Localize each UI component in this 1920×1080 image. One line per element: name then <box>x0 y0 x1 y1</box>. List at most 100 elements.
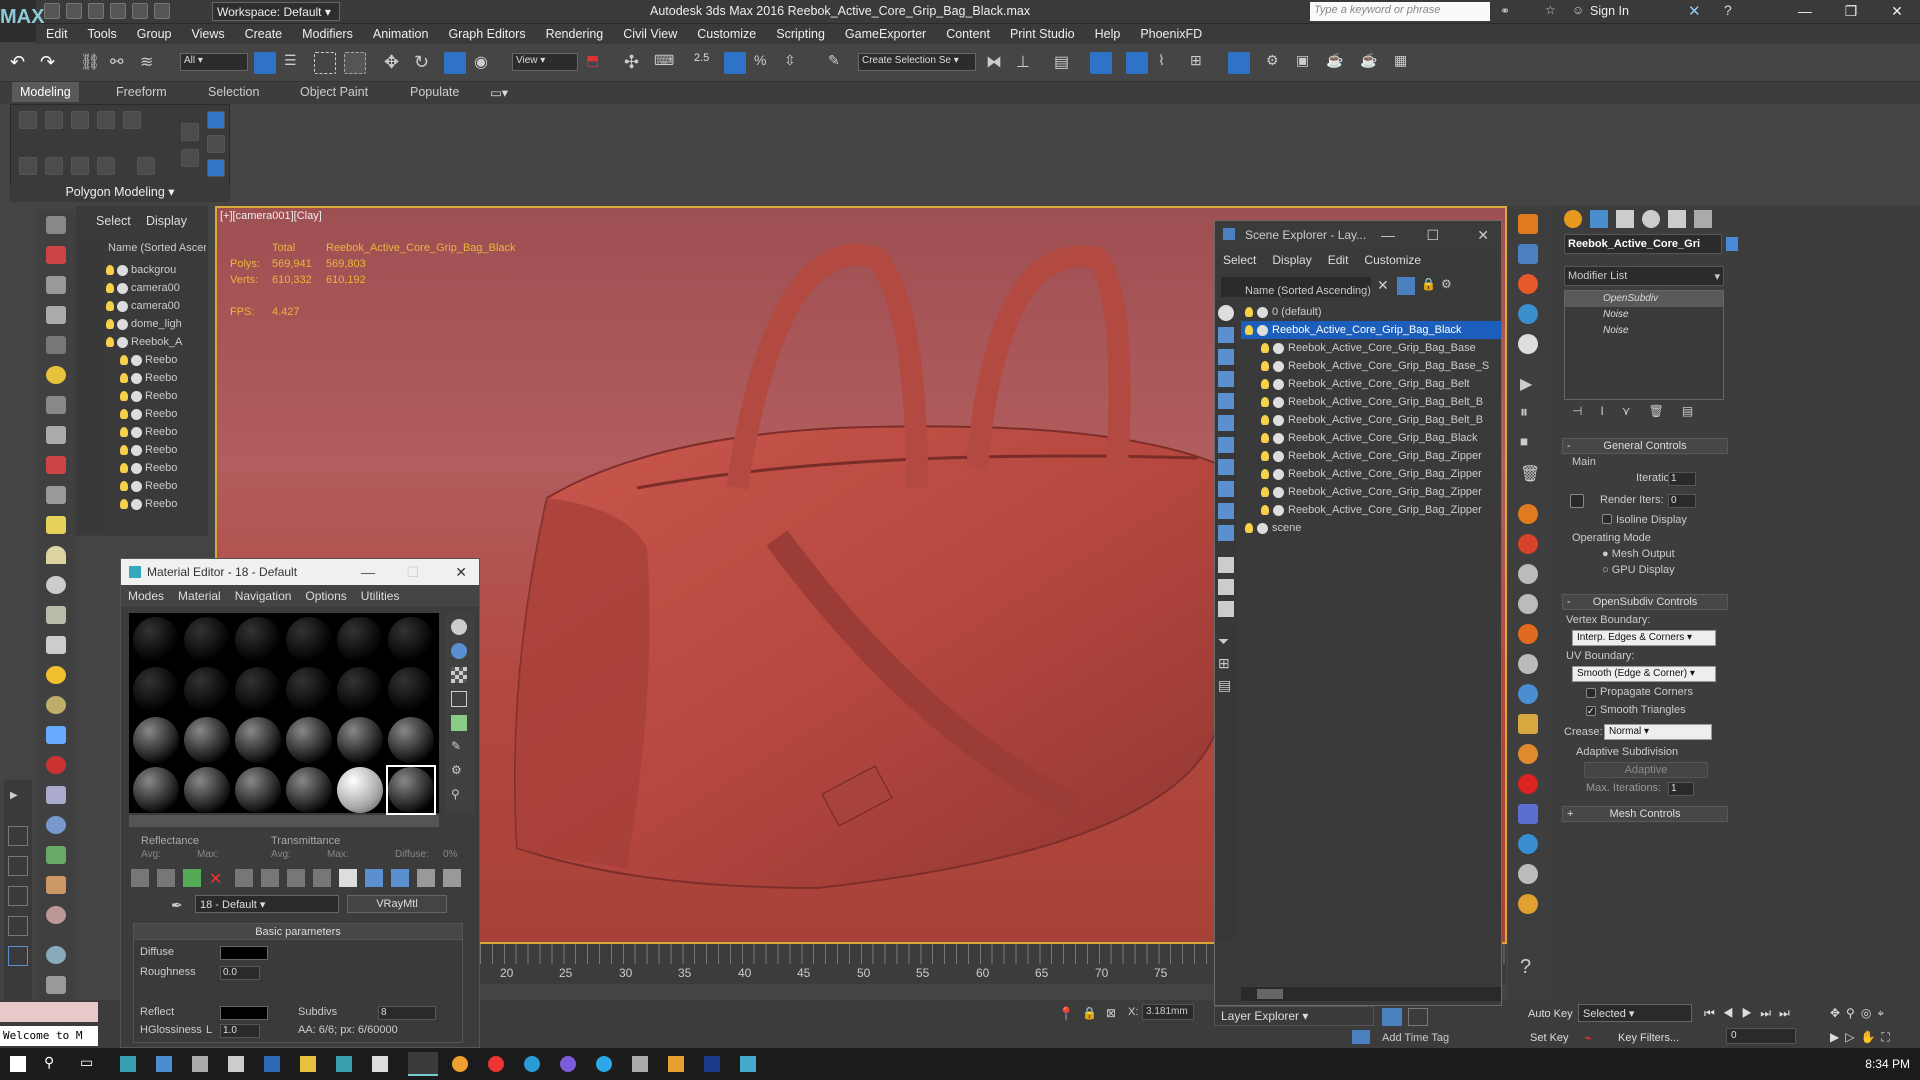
spinner-snap-icon[interactable]: ⇳ <box>784 52 806 74</box>
backlight-icon[interactable] <box>451 643 467 659</box>
list-item[interactable]: Reebo <box>106 459 208 477</box>
coord-x-input[interactable]: 3.181mm <box>1142 1004 1194 1020</box>
sphere-icon[interactable] <box>46 576 66 594</box>
material-id-channel-icon[interactable] <box>313 869 331 887</box>
binoculars-icon[interactable]: ⚭ <box>1500 4 1510 18</box>
list-item[interactable]: Reebo <box>106 405 208 423</box>
select-manipulate-icon[interactable]: ✣ <box>624 52 646 74</box>
user-icon[interactable]: ☺ <box>1572 3 1584 17</box>
app-3dsmax-icon[interactable] <box>336 1056 352 1072</box>
app-mail-icon[interactable] <box>156 1056 172 1072</box>
viewport-nav-controls-2[interactable]: ▶▷✋⛶ <box>1830 1030 1896 1045</box>
fire-icon[interactable] <box>1518 274 1538 294</box>
reset-map-icon[interactable]: ✕ <box>209 869 227 888</box>
hierarchy-icon[interactable]: ⊞ <box>1218 655 1230 672</box>
star-icon[interactable]: ☆ <box>1545 3 1556 17</box>
snaps-toggle[interactable]: 2.5 <box>694 52 716 74</box>
menu-create[interactable]: Create <box>235 24 293 44</box>
tree-row[interactable]: Reebok_Active_Core_Grip_Bag_Base <box>1241 339 1501 357</box>
menu-customize[interactable]: Customize <box>1356 249 1429 271</box>
help-icon[interactable]: ? <box>1724 2 1732 18</box>
menu-group[interactable]: Group <box>127 24 182 44</box>
general-controls-rollout[interactable]: - General Controls <box>1562 438 1728 454</box>
percent-snap-icon[interactable]: % <box>754 52 776 74</box>
gpu-display-radio[interactable]: ○ GPU Display <box>1602 564 1675 576</box>
select-by-name-icon[interactable]: ☰ <box>284 52 306 74</box>
configure-sets-icon[interactable]: ▤ <box>1682 404 1693 418</box>
stop-icon[interactable]: ⏹ <box>1520 434 1528 452</box>
ship-icon[interactable] <box>1518 894 1538 914</box>
maxscript-listener-input[interactable] <box>0 1002 98 1022</box>
schematic-view-icon[interactable]: ⊞ <box>1190 52 1212 74</box>
absolute-mode-icon[interactable]: ⊠ <box>1106 1006 1116 1020</box>
sample-slot-sphere[interactable] <box>133 767 179 813</box>
menu-print-studio[interactable]: Print Studio <box>1000 24 1085 44</box>
display-containers-icon[interactable] <box>1218 503 1234 519</box>
background-icon[interactable] <box>451 667 467 683</box>
tree-row[interactable]: Reebok_Active_Core_Grip_Bag_Belt <box>1241 375 1501 393</box>
list-item[interactable]: camera00 <box>106 297 208 315</box>
app-3dsmax-active-icon[interactable] <box>408 1052 438 1076</box>
app-outlook-icon[interactable] <box>264 1056 280 1072</box>
visibility-bulb-icon[interactable] <box>1261 451 1269 461</box>
video-color-check-icon[interactable] <box>451 715 467 731</box>
app-photos-icon[interactable] <box>372 1056 388 1072</box>
boat-icon[interactable] <box>1518 864 1538 884</box>
options-icon[interactable]: ⚙ <box>451 763 467 779</box>
menu-rendering[interactable]: Rendering <box>536 24 614 44</box>
redo-icon[interactable]: ↷ <box>40 52 62 74</box>
mode-icon[interactable] <box>207 111 225 129</box>
sample-slot-sphere[interactable] <box>337 717 383 763</box>
material-type-button[interactable]: VRayMtl <box>347 895 447 913</box>
modifier-list-dropdown[interactable]: Modifier List ▾ <box>1564 266 1724 286</box>
hair-icon[interactable] <box>46 876 66 894</box>
task-view-icon[interactable]: ▭ <box>80 1054 93 1071</box>
adaptive-button[interactable]: Adaptive <box>1584 762 1708 778</box>
display-none-icon[interactable] <box>1218 579 1234 595</box>
place-icon[interactable]: ◉ <box>474 52 496 74</box>
viewport-nav-controls[interactable]: ✥⚲◎⌖ <box>1830 1006 1890 1021</box>
tree-row[interactable]: Reebok_Active_Core_Grip_Bag_Belt_B <box>1241 393 1501 411</box>
max-iterations-spinner[interactable]: 1 <box>1668 782 1694 796</box>
time-tag-icon[interactable] <box>1352 1030 1370 1044</box>
app-store-icon[interactable] <box>228 1056 244 1072</box>
isoline-checkbox[interactable] <box>1602 514 1612 524</box>
sample-slot-sphere[interactable] <box>388 717 434 763</box>
horizontal-scrollbar[interactable] <box>1241 987 1501 1001</box>
redo-icon[interactable] <box>132 3 148 19</box>
visibility-bulb-icon[interactable] <box>1261 505 1269 515</box>
align-icon[interactable]: ⊥ <box>1016 52 1038 74</box>
open-file-icon[interactable] <box>66 3 82 19</box>
sample-type-icon[interactable] <box>451 619 467 635</box>
sample-slot-sphere[interactable] <box>133 617 179 663</box>
environment-icon[interactable] <box>46 946 66 964</box>
menu-graph-editors[interactable]: Graph Editors <box>438 24 535 44</box>
scene-hierarchy-mode-icon[interactable] <box>1408 1008 1428 1026</box>
select-move-icon[interactable]: ✥ <box>384 52 406 74</box>
motion-icon[interactable] <box>46 306 66 324</box>
cone-icon[interactable] <box>46 636 66 654</box>
sample-slot-sphere[interactable] <box>184 767 230 813</box>
stack-item[interactable]: Noise <box>1565 323 1723 339</box>
wind-icon[interactable] <box>1518 564 1538 584</box>
menu-help[interactable]: Help <box>1085 24 1131 44</box>
display-helpers-icon[interactable] <box>1218 393 1234 409</box>
sample-slot-sphere[interactable] <box>235 617 281 663</box>
display-cameras-icon[interactable] <box>1218 371 1234 387</box>
close-icon[interactable]: ✕ <box>1477 221 1489 249</box>
lock-selection-icon[interactable]: 🔒 <box>1082 1006 1097 1020</box>
menu-select[interactable]: Select <box>1215 249 1264 271</box>
scrollbar-thumb[interactable] <box>1257 989 1283 999</box>
particle-icon[interactable] <box>46 726 66 744</box>
app-photoshop-icon[interactable] <box>704 1056 720 1072</box>
make-preview-icon[interactable]: ✎ <box>451 739 467 755</box>
list-item[interactable]: Reebo <box>106 369 208 387</box>
vortex-icon[interactable] <box>1518 594 1538 614</box>
hglossiness-lock[interactable]: L <box>206 1024 212 1036</box>
sample-slot-sphere[interactable] <box>337 667 383 713</box>
sign-in-button[interactable]: Sign In <box>1590 4 1629 18</box>
menu-gameexporter[interactable]: GameExporter <box>835 24 936 44</box>
column-header[interactable]: Name (Sorted Ascending) <box>1241 283 1503 301</box>
rectangular-selection-icon[interactable] <box>314 52 336 74</box>
stack-item[interactable]: OpenSubdiv <box>1565 291 1723 307</box>
